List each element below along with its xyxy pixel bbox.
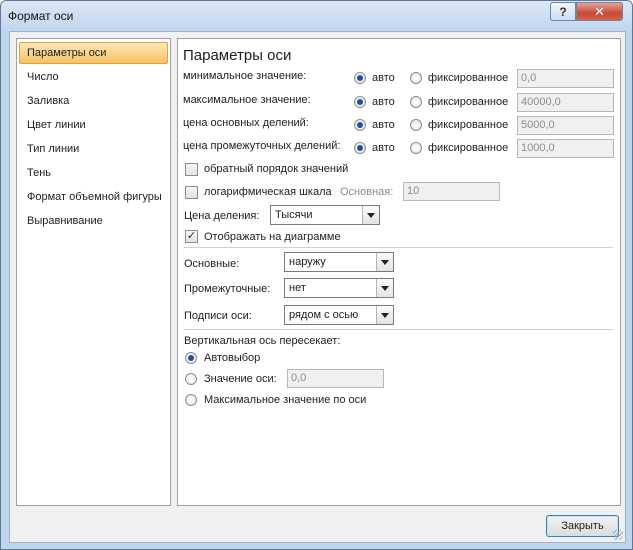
crosses-max-radio[interactable] — [185, 394, 197, 406]
log-base-field[interactable]: 10 — [403, 182, 500, 201]
major-tick-dropdown[interactable]: наружу — [284, 252, 394, 272]
axis-options-panel: Параметры оси минимальное значение: авто… — [177, 38, 621, 506]
dialog-window: Формат оси ? ✕ Параметры оси Число Залив… — [0, 0, 633, 550]
major-unit-field[interactable]: 5000,0 — [517, 116, 614, 135]
close-window-button[interactable]: ✕ — [576, 2, 623, 21]
max-auto-radio[interactable] — [354, 96, 366, 108]
nav-item-line-style[interactable]: Тип линии — [19, 138, 168, 160]
minor-unit-fixed-label: фиксированное — [428, 142, 509, 154]
min-value-label: минимальное значение: — [183, 70, 307, 82]
minor-tick-dropdown[interactable]: нет — [284, 278, 394, 298]
log-scale-label: логарифмическая шкала — [204, 186, 332, 198]
chevron-down-icon — [362, 206, 379, 224]
min-fixed-radio[interactable] — [410, 72, 422, 84]
crosses-value-field[interactable]: 0,0 — [287, 369, 384, 388]
chevron-down-icon — [376, 253, 393, 271]
max-auto-label: авто — [372, 96, 395, 108]
chevron-down-icon — [376, 279, 393, 297]
close-button[interactable]: Закрыть — [546, 515, 619, 537]
minor-unit-auto-label: авто — [372, 142, 395, 154]
min-value-field[interactable]: 0,0 — [517, 69, 614, 88]
major-unit-fixed-label: фиксированное — [428, 119, 509, 131]
window-title: Формат оси — [8, 9, 74, 23]
major-unit-auto-label: авто — [372, 119, 395, 131]
minor-unit-label: цена промежуточных делений: — [183, 140, 341, 152]
crosses-auto-label: Автовыбор — [204, 352, 261, 364]
min-auto-radio[interactable] — [354, 72, 366, 84]
major-unit-fixed-radio[interactable] — [410, 119, 422, 131]
major-tick-value: наружу — [289, 256, 326, 268]
crosses-value-radio[interactable] — [185, 373, 197, 385]
max-value-label: максимальное значение: — [183, 94, 311, 106]
nav-item-line-color[interactable]: Цвет линии — [19, 114, 168, 136]
nav-item-axis-options[interactable]: Параметры оси — [19, 42, 168, 64]
display-units-value: Тысячи — [275, 209, 313, 221]
minor-tick-label: Промежуточные: — [184, 283, 271, 295]
title-bar[interactable]: Формат оси ? ✕ — [1, 1, 632, 31]
panel-heading: Параметры оси — [183, 47, 292, 64]
log-scale-checkbox[interactable] — [185, 186, 198, 199]
axis-labels-value: рядом с осью — [289, 309, 359, 321]
show-on-chart-checkbox[interactable]: ✓ — [185, 230, 198, 243]
crosses-value-label: Значение оси: — [204, 373, 277, 385]
minor-unit-fixed-radio[interactable] — [410, 142, 422, 154]
show-on-chart-label: Отображать на диаграмме — [204, 231, 341, 243]
crosses-auto-radio[interactable] — [185, 352, 197, 364]
display-units-label: Цена деления: — [184, 210, 260, 222]
nav-item-fill[interactable]: Заливка — [19, 90, 168, 112]
max-value-field[interactable]: 40000,0 — [517, 93, 614, 112]
max-fixed-radio[interactable] — [410, 96, 422, 108]
display-units-dropdown[interactable]: Тысячи — [270, 205, 380, 225]
category-list: Параметры оси Число Заливка Цвет линии Т… — [16, 38, 171, 506]
log-base-label: Основная: — [340, 186, 394, 198]
dialog-client: Параметры оси Число Заливка Цвет линии Т… — [9, 31, 626, 543]
reverse-order-label: обратный порядок значений — [204, 163, 349, 175]
chevron-down-icon — [376, 306, 393, 324]
major-tick-label: Основные: — [184, 258, 240, 270]
major-unit-auto-radio[interactable] — [354, 119, 366, 131]
separator — [184, 329, 613, 330]
minor-unit-auto-radio[interactable] — [354, 142, 366, 154]
minor-unit-field[interactable]: 1000,0 — [517, 139, 614, 158]
crosses-max-label: Максимальное значение по оси — [204, 394, 367, 406]
min-auto-label: авто — [372, 72, 395, 84]
reverse-order-checkbox[interactable] — [185, 163, 198, 176]
major-unit-label: цена основных делений: — [183, 117, 309, 129]
minor-tick-value: нет — [289, 282, 306, 294]
nav-item-3d-format[interactable]: Формат объемной фигуры — [19, 186, 168, 208]
help-button[interactable]: ? — [550, 2, 576, 21]
crosses-label: Вертикальная ось пересекает: — [184, 335, 341, 347]
axis-labels-dropdown[interactable]: рядом с осью — [284, 305, 394, 325]
nav-item-shadow[interactable]: Тень — [19, 162, 168, 184]
separator — [184, 247, 613, 248]
resize-grip-icon[interactable] — [613, 530, 623, 540]
axis-labels-label: Подписи оси: — [184, 310, 252, 322]
max-fixed-label: фиксированное — [428, 96, 509, 108]
nav-item-number[interactable]: Число — [19, 66, 168, 88]
nav-item-alignment[interactable]: Выравнивание — [19, 210, 168, 232]
min-fixed-label: фиксированное — [428, 72, 509, 84]
